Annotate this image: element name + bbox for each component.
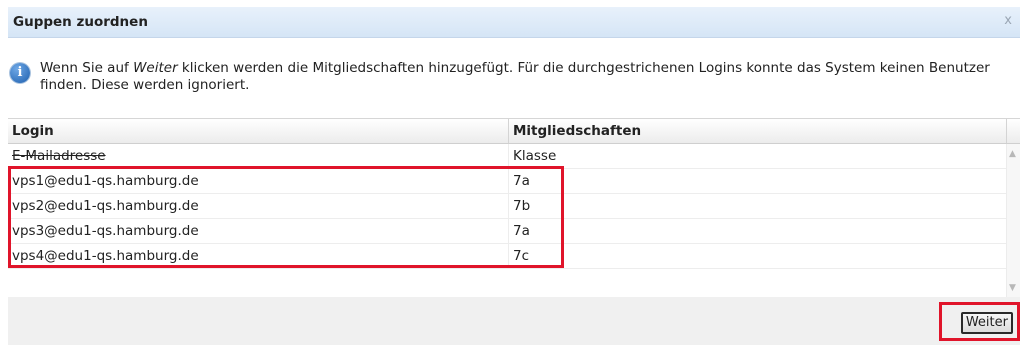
table-row[interactable]: vps2@edu1-qs.hamburg.de 7b — [8, 194, 1007, 219]
table-row[interactable]: vps3@edu1-qs.hamburg.de 7a — [8, 219, 1007, 244]
grid-scrollbar[interactable]: ▲ ▼ — [1006, 144, 1020, 297]
membership-cell: 7a — [513, 173, 530, 189]
login-cell: vps2@edu1-qs.hamburg.de — [8, 194, 509, 218]
column-header-memberships[interactable]: Mitgliedschaften — [509, 119, 1007, 143]
info-text-before: Wenn Sie auf — [40, 60, 134, 76]
membership-cell: 7b — [513, 198, 531, 214]
login-cell: E-Mailadresse — [8, 144, 509, 168]
info-icon: i — [10, 63, 30, 83]
scroll-down-icon[interactable]: ▼ — [1009, 283, 1016, 293]
info-text-after: klicken werden die Mitgliedschaften hinz… — [40, 60, 990, 93]
dialog-title: Guppen zuordnen — [13, 14, 148, 30]
next-button[interactable]: Weiter — [960, 312, 1013, 334]
membership-cell: 7a — [513, 223, 530, 239]
membership-grid: Login Mitgliedschaften E-Mailadresse Kla… — [8, 118, 1020, 298]
membership-cell: Klasse — [513, 148, 557, 164]
login-cell: vps3@edu1-qs.hamburg.de — [8, 219, 509, 243]
table-row[interactable]: vps4@edu1-qs.hamburg.de 7c — [8, 244, 1007, 269]
login-cell: vps1@edu1-qs.hamburg.de — [8, 169, 509, 193]
grid-header: Login Mitgliedschaften — [8, 119, 1020, 144]
info-text-emphasis: Weiter — [133, 60, 178, 76]
login-cell: vps4@edu1-qs.hamburg.de — [8, 244, 509, 268]
table-row[interactable]: E-Mailadresse Klasse — [8, 144, 1007, 169]
dialog-titlebar: Guppen zuordnen x — [8, 7, 1020, 38]
info-text: Wenn Sie auf Weiter klicken werden die M… — [40, 60, 1000, 94]
column-header-login[interactable]: Login — [8, 119, 509, 143]
close-icon[interactable]: x — [1004, 13, 1012, 28]
grid-body: E-Mailadresse Klasse vps1@edu1-qs.hambur… — [8, 144, 1007, 269]
table-row[interactable]: vps1@edu1-qs.hamburg.de 7a — [8, 169, 1007, 194]
membership-cell: 7c — [513, 248, 530, 264]
scroll-up-icon[interactable]: ▲ — [1009, 149, 1016, 159]
dialog-footer: Weiter — [8, 297, 1020, 345]
